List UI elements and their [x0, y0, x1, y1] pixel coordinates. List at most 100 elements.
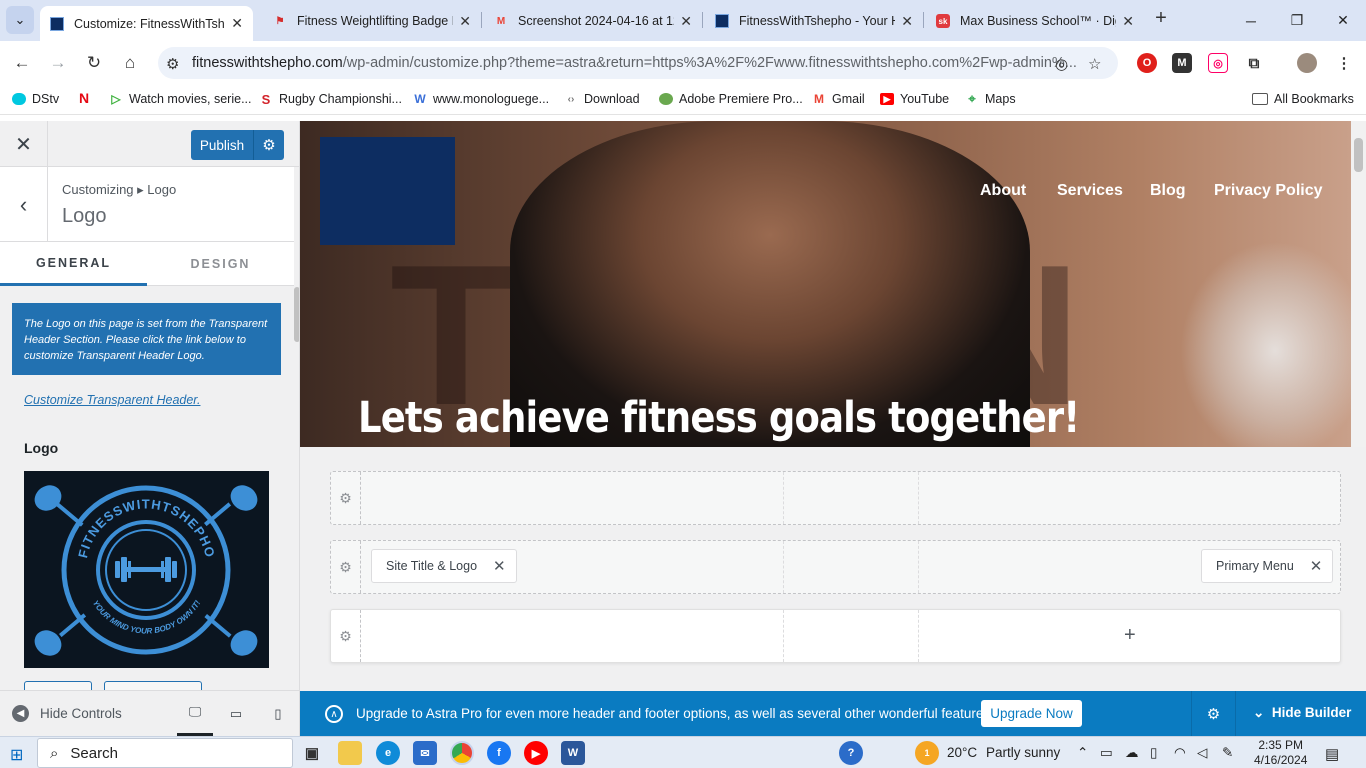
publish-settings-gear-icon[interactable]: ⚙	[253, 130, 284, 160]
instagram-extension-icon[interactable]: ◎	[1208, 53, 1228, 73]
tab-customize[interactable]: Customize: FitnessWithTshepho ✕	[40, 6, 253, 41]
word-icon[interactable]: W	[561, 741, 585, 765]
restore-button[interactable]: ❐	[1274, 0, 1320, 41]
builder-row-primary[interactable]: ⚙ Site Title & Logo ✕ Primary Menu ✕	[330, 540, 1341, 594]
taskbar-clock[interactable]: 2:35 PM 4/16/2024	[1254, 738, 1307, 768]
reload-button[interactable]: ↻	[81, 50, 107, 76]
bookmark-watch-movies[interactable]: ▷ Watch movies, serie...	[109, 92, 251, 106]
close-tab-icon[interactable]: ✕	[680, 13, 692, 30]
builder-column[interactable]	[783, 610, 784, 662]
wifi-icon[interactable]: ◠	[1174, 745, 1186, 761]
tab-max-business[interactable]: sk Max Business School™ · Digi ✕	[926, 6, 1144, 36]
close-tab-icon[interactable]: ✕	[459, 13, 471, 30]
weather-desc[interactable]: Partly sunny	[986, 745, 1060, 760]
back-section-button[interactable]: ‹	[0, 167, 48, 242]
file-explorer-icon[interactable]	[338, 741, 362, 765]
new-tab-button[interactable]: +	[1150, 8, 1172, 30]
extensions-puzzle-icon[interactable]: ⧉	[1244, 53, 1264, 73]
tab-search-button[interactable]: ⌄	[6, 6, 34, 34]
profile-avatar[interactable]	[1297, 53, 1317, 73]
builder-column[interactable]	[918, 541, 919, 593]
opera-extension-icon[interactable]: O	[1137, 53, 1157, 73]
bookmark-dstv[interactable]: DStv	[12, 92, 59, 106]
builder-column[interactable]	[783, 541, 784, 593]
tab-design[interactable]: DESIGN	[147, 242, 294, 286]
add-element-button[interactable]: +	[1124, 624, 1136, 647]
bookmark-rugby[interactable]: S Rugby Championshi...	[259, 92, 402, 107]
close-window-button[interactable]: ✕	[1320, 0, 1366, 41]
close-tab-icon[interactable]: ✕	[1122, 13, 1134, 30]
weather-icon[interactable]: 1	[915, 741, 939, 765]
eye-off-icon[interactable]: ◎	[1055, 55, 1068, 73]
forward-button[interactable]: →	[45, 50, 71, 76]
bookmark-maps[interactable]: ⌖ Maps	[965, 91, 1015, 106]
taskbar-search[interactable]: ⌕ Search	[37, 738, 293, 768]
facebook-icon[interactable]: f	[487, 741, 511, 765]
close-customizer-button[interactable]: ✕	[0, 121, 48, 167]
mobile-preview-button[interactable]: ▯	[260, 691, 296, 736]
notifications-icon[interactable]: ▤	[1325, 745, 1339, 763]
upgrade-now-button[interactable]: Upgrade Now	[981, 700, 1082, 727]
logo-preview-image[interactable]: FITNESSWITHTSHEPHO YOUR MIND YOUR BODY O…	[24, 471, 269, 668]
all-bookmarks[interactable]: All Bookmarks	[1252, 92, 1354, 106]
preview-scrollbar[interactable]	[1351, 121, 1366, 447]
close-tab-icon[interactable]: ✕	[901, 13, 913, 30]
bookmark-download[interactable]: ‹› Download	[564, 92, 640, 106]
volume-icon[interactable]: ◁	[1197, 745, 1207, 761]
site-title-logo-chip[interactable]: Site Title & Logo ✕	[371, 549, 517, 583]
preview-scroll-thumb[interactable]	[1354, 138, 1363, 172]
edge-icon[interactable]: e	[376, 741, 400, 765]
task-view-icon[interactable]: ▣	[300, 741, 324, 765]
site-preview[interactable]: TRAIN About Services Blog Privacy Policy…	[300, 121, 1351, 447]
builder-column[interactable]	[918, 610, 919, 662]
close-tab-icon[interactable]: ✕	[231, 15, 243, 32]
pen-icon[interactable]: ✎	[1222, 745, 1233, 761]
remove-chip-icon[interactable]: ✕	[1310, 557, 1323, 575]
builder-settings-gear-icon[interactable]: ⚙	[1191, 691, 1236, 736]
minimize-button[interactable]: ─	[1228, 0, 1274, 41]
remove-chip-icon[interactable]: ✕	[493, 557, 506, 575]
device-icon[interactable]: ▯	[1150, 745, 1157, 761]
row-settings-gear-icon[interactable]: ⚙	[331, 541, 361, 593]
site-info-icon[interactable]: ⚙	[166, 55, 179, 73]
more-menu-icon[interactable]: ⋮	[1334, 53, 1354, 73]
row-settings-gear-icon[interactable]: ⚙	[331, 610, 361, 662]
hide-builder-button[interactable]: ⌄ Hide Builder	[1253, 705, 1351, 721]
builder-column[interactable]	[918, 472, 919, 524]
bookmark-monologue[interactable]: Wwww.monologuege...	[413, 92, 549, 106]
row-settings-gear-icon[interactable]: ⚙	[331, 472, 361, 524]
home-button[interactable]: ⌂	[117, 50, 143, 76]
site-logo[interactable]	[320, 137, 455, 245]
bookmark-youtube[interactable]: ▶ YouTube	[880, 92, 949, 106]
tab-general[interactable]: GENERAL	[0, 242, 147, 286]
desktop-preview-button[interactable]: 🖵	[177, 691, 213, 736]
back-button[interactable]: ←	[9, 50, 35, 76]
customize-transparent-header-link[interactable]: Customize Transparent Header.	[24, 393, 200, 407]
bookmark-premiere[interactable]: Adobe Premiere Pro...	[659, 92, 803, 106]
bookmark-star-icon[interactable]: ☆	[1088, 55, 1101, 73]
weather-temp[interactable]: 20°C	[947, 745, 977, 760]
publish-button[interactable]: Publish	[191, 138, 253, 153]
tab-screenshot[interactable]: M Screenshot 2024-04-16 at 12 ✕	[484, 6, 702, 36]
bookmark-gmail[interactable]: M Gmail	[812, 92, 865, 106]
tab-fitness-home[interactable]: FitnessWithTshepho - Your H ✕	[705, 6, 923, 36]
address-bar[interactable]: fitnesswithtshepho.com/wp-admin/customiz…	[158, 47, 1118, 79]
hide-controls-button[interactable]: ◀ Hide Controls	[12, 705, 122, 722]
tablet-preview-button[interactable]: ▭	[218, 691, 254, 736]
cloud-icon[interactable]: ☁	[1125, 745, 1139, 761]
youtube-app-icon[interactable]: ▶	[524, 741, 548, 765]
tray-chevron-up-icon[interactable]: ⌃	[1077, 745, 1088, 761]
mail-icon[interactable]: ✉	[413, 741, 437, 765]
nav-about[interactable]: About	[980, 182, 1026, 200]
nav-services[interactable]: Services	[1057, 182, 1123, 200]
help-icon[interactable]: ?	[839, 741, 863, 765]
primary-menu-chip[interactable]: Primary Menu ✕	[1201, 549, 1334, 583]
windows-start-icon[interactable]: ⊞	[10, 745, 23, 765]
tab-fitness-badge[interactable]: ⚑ Fitness Weightlifting Badge Logo ✕	[263, 6, 481, 36]
nav-blog[interactable]: Blog	[1150, 182, 1186, 200]
battery-icon[interactable]: ▭	[1100, 745, 1113, 761]
nav-privacy-policy[interactable]: Privacy Policy	[1214, 182, 1323, 200]
builder-column[interactable]	[783, 472, 784, 524]
builder-row-above[interactable]: ⚙	[330, 471, 1341, 525]
bookmark-netflix[interactable]: N	[77, 90, 97, 106]
